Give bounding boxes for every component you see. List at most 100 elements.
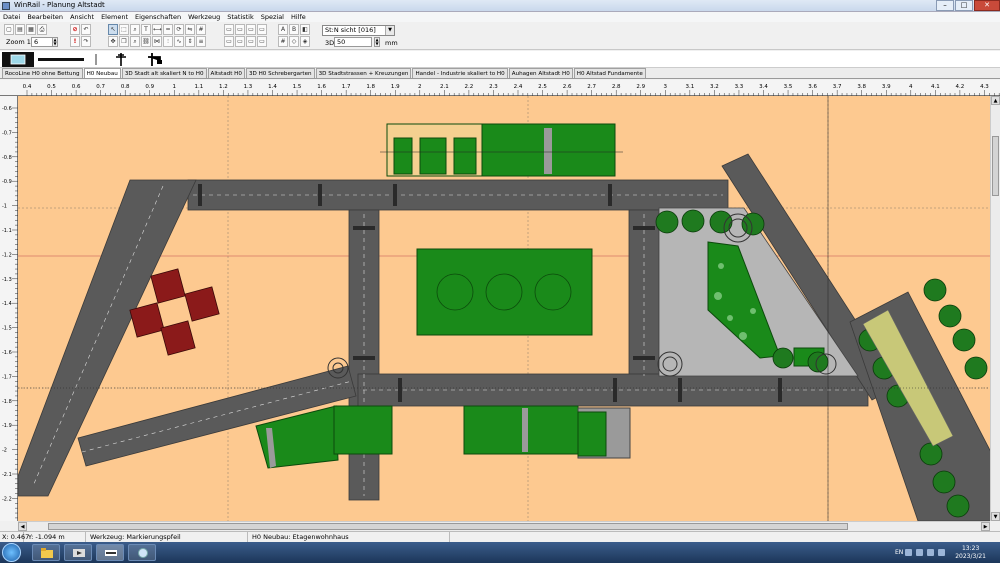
menu-spezial[interactable]: Spezial xyxy=(261,12,284,22)
rotate-icon[interactable]: ⟳ xyxy=(174,24,184,35)
tab-3d-stadt-alt[interactable]: 3D Stadt alt skaliert N to H0 xyxy=(121,68,207,78)
align-top-icon[interactable]: ▭ xyxy=(257,24,267,35)
power-icon[interactable] xyxy=(938,549,946,556)
tab-stadtstrassen[interactable]: 3D Stadtstrassen + Kreuzungen xyxy=(315,68,412,78)
height-icon[interactable]: ⇕ xyxy=(185,36,195,47)
copy-icon[interactable]: ❐ xyxy=(119,36,129,47)
taskbar-media[interactable] xyxy=(64,544,92,561)
toolbar: ▢ ▤ ▦ ⎙ Zoom 1: 6 ▲ ▼ ⊘ ↶ ! ↷ ↖ ⬚ ⌕ T ⟷ ═… xyxy=(0,22,1000,50)
redo-icon[interactable]: ↷ xyxy=(81,36,91,47)
menu-ansicht[interactable]: Ansicht xyxy=(70,12,94,22)
object-tile-crane[interactable] xyxy=(145,52,163,67)
menu-eigenschaften[interactable]: Eigenschaften xyxy=(135,12,181,22)
scroll-up-icon[interactable]: ▲ xyxy=(991,96,1000,105)
search-icon[interactable]: ⌕ xyxy=(130,36,140,47)
layers-icon[interactable]: ≡ xyxy=(196,36,206,47)
menu-werkzeug[interactable]: Werkzeug xyxy=(188,12,220,22)
select-icon[interactable]: ⬚ xyxy=(119,24,129,35)
join-icon[interactable]: ⋈ xyxy=(152,36,162,47)
chevron-down-icon[interactable]: ▼ xyxy=(385,26,394,35)
grid-toggle-icon[interactable]: # xyxy=(278,36,288,47)
language-indicator[interactable]: EN xyxy=(895,549,903,556)
scroll-left-icon[interactable]: ◀ xyxy=(18,522,27,531)
maximize-button[interactable]: □ xyxy=(955,0,973,11)
3d-height-input[interactable]: 50 xyxy=(334,37,372,47)
layer-icon[interactable]: ◈ xyxy=(300,36,310,47)
3d-icon[interactable]: ◇ xyxy=(289,36,299,47)
close-button[interactable]: ✕ xyxy=(974,0,1000,11)
print-icon[interactable]: ⎙ xyxy=(37,24,47,35)
layout-canvas[interactable] xyxy=(18,96,990,521)
tab-rocoline[interactable]: RocoLine H0 ohne Bettung xyxy=(2,68,83,78)
ungroup-icon[interactable]: ▭ xyxy=(257,36,267,47)
object-tile-track[interactable] xyxy=(36,52,86,67)
taskbar-winrail[interactable] xyxy=(96,544,124,561)
group-icon[interactable]: ▭ xyxy=(246,36,256,47)
view-select[interactable]: St:N sicht [016] ▼ xyxy=(322,25,395,36)
vertical-scroll-thumb[interactable] xyxy=(992,136,999,196)
object-tile-selected[interactable] xyxy=(2,52,34,67)
split-icon[interactable]: ⫶ xyxy=(163,36,173,47)
object-tile-line[interactable] xyxy=(90,52,102,67)
tab-auhagen-altstadt[interactable]: Auhagen Altstadt H0 xyxy=(508,68,573,78)
new-icon[interactable]: ▢ xyxy=(4,24,14,35)
edit-toolbar-group: ⊘ ↶ ! ↷ xyxy=(70,24,91,47)
align-right-icon[interactable]: ▭ xyxy=(246,24,256,35)
stop-icon[interactable]: ⊘ xyxy=(70,24,80,35)
track-icon[interactable]: ═ xyxy=(163,24,173,35)
scroll-down-icon[interactable]: ▼ xyxy=(991,512,1000,521)
tab-h0-neubau[interactable]: H0 Neubau xyxy=(83,68,121,78)
pointer-icon[interactable]: ↖ xyxy=(108,24,118,35)
3d-height-spinner[interactable]: ▲ ▼ xyxy=(374,37,380,47)
clock[interactable]: 13:23 2023/3/21 xyxy=(955,545,986,561)
ruler-top-label: 3.7 xyxy=(833,84,842,90)
tab-altstad-fundamente[interactable]: H0 Altstad Fundamente xyxy=(573,68,646,78)
zoom-icon[interactable]: ⌕ xyxy=(130,24,140,35)
menu-hilfe[interactable]: Hilfe xyxy=(291,12,306,22)
minimize-button[interactable]: – xyxy=(936,0,954,11)
tab-altstadt-h0[interactable]: Altstadt H0 xyxy=(207,68,245,78)
align-center-icon[interactable]: ▭ xyxy=(235,24,245,35)
grid-icon[interactable]: # xyxy=(196,24,206,35)
measure-icon[interactable]: ⟷ xyxy=(152,24,162,35)
tab-schrebergarten[interactable]: 3D H0 Schrebergarten xyxy=(245,68,315,78)
distribute-icon[interactable]: ▭ xyxy=(235,36,245,47)
taskbar-explorer[interactable] xyxy=(32,544,60,561)
mirror-icon[interactable]: ⇋ xyxy=(185,24,195,35)
menu-element[interactable]: Element xyxy=(101,12,128,22)
flag-icon[interactable] xyxy=(927,549,935,556)
tab-handel-industrie[interactable]: Handel - Industrie skaliert to H0 xyxy=(412,68,508,78)
ruler-top-label: 1.8 xyxy=(366,84,375,90)
building-block-bottom[interactable] xyxy=(255,405,631,469)
font-a-icon[interactable]: A xyxy=(278,24,288,35)
warning-icon[interactable]: ! xyxy=(70,36,80,47)
network-icon[interactable] xyxy=(905,549,913,556)
vertical-scrollbar[interactable]: ▲ ▼ xyxy=(990,96,1000,521)
link-icon[interactable]: ⛓ xyxy=(141,36,151,47)
save-icon[interactable]: ▦ xyxy=(26,24,36,35)
color-icon[interactable]: ◧ xyxy=(300,24,310,35)
align-left-icon[interactable]: ▭ xyxy=(224,24,234,35)
open-icon[interactable]: ▤ xyxy=(15,24,25,35)
flex-track-icon[interactable]: ∿ xyxy=(174,36,184,47)
scroll-right-icon[interactable]: ▶ xyxy=(981,522,990,531)
menu-bearbeiten[interactable]: Bearbeiten xyxy=(27,12,63,22)
undo-icon[interactable]: ↶ xyxy=(81,24,91,35)
taskbar-browser[interactable] xyxy=(128,544,156,561)
menu-datei[interactable]: Datei xyxy=(3,12,20,22)
text-icon[interactable]: T xyxy=(141,24,151,35)
ruler-top-label: 2.5 xyxy=(538,84,547,90)
horizontal-scrollbar[interactable]: ◀ ▶ xyxy=(18,521,990,531)
menu-statistik[interactable]: Statistik xyxy=(227,12,254,22)
start-button[interactable] xyxy=(2,543,21,562)
central-building[interactable] xyxy=(416,248,593,336)
clock-time: 13:23 xyxy=(961,544,980,552)
font-b-icon[interactable]: B xyxy=(289,24,299,35)
horizontal-scroll-thumb[interactable] xyxy=(48,523,848,530)
move-icon[interactable]: ✥ xyxy=(108,36,118,47)
zoom-spinner[interactable]: ▲ ▼ xyxy=(52,37,58,47)
align-bottom-icon[interactable]: ▭ xyxy=(224,36,234,47)
building-block-top[interactable] xyxy=(380,123,623,177)
volume-icon[interactable] xyxy=(916,549,924,556)
object-tile-signal[interactable] xyxy=(112,52,130,67)
